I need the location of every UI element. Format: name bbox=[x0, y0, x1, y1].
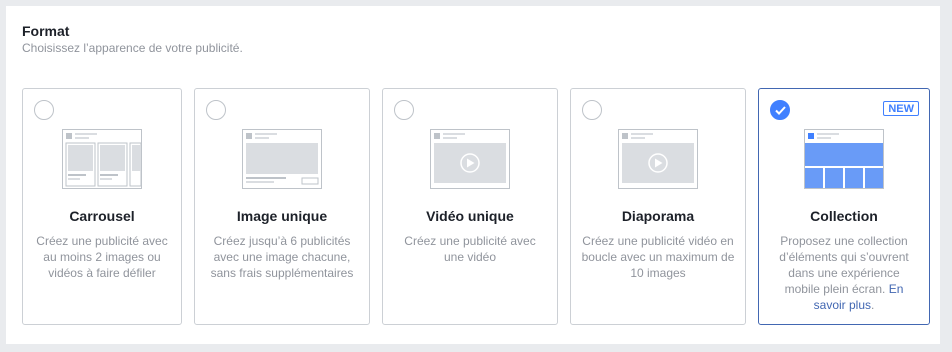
section-title: Format bbox=[22, 23, 70, 39]
format-option-single-video[interactable]: Vidéo unique Créez une publicité avec un… bbox=[382, 88, 558, 325]
checkmark-icon bbox=[775, 106, 786, 115]
format-title: Carrousel bbox=[69, 208, 135, 224]
format-description: Créez jusqu’à 6 publicités avec une imag… bbox=[210, 234, 354, 280]
radio-button[interactable] bbox=[34, 100, 54, 120]
format-title: Vidéo unique bbox=[426, 208, 514, 224]
radio-button[interactable] bbox=[206, 100, 226, 120]
format-title: Collection bbox=[810, 208, 878, 224]
format-description: Proposez une collection d’éléments qui s… bbox=[769, 233, 919, 313]
collection-preview-icon bbox=[804, 129, 884, 189]
format-option-single-image[interactable]: Image unique Créez jusqu’à 6 publicités … bbox=[194, 88, 370, 325]
description-suffix: . bbox=[871, 298, 875, 312]
carousel-preview-icon bbox=[62, 129, 142, 189]
radio-button-checked[interactable] bbox=[770, 100, 790, 120]
single-image-preview-icon bbox=[242, 129, 322, 189]
format-description: Créez une publicité avec au moins 2 imag… bbox=[36, 234, 168, 280]
format-option-carousel[interactable]: Carrousel Créez une publicité avec au mo… bbox=[22, 88, 182, 325]
radio-button[interactable] bbox=[582, 100, 602, 120]
format-description: Créez une publicité avec une vidéo bbox=[404, 234, 536, 264]
new-badge: NEW bbox=[883, 101, 919, 116]
format-option-slideshow[interactable]: Diaporama Créez une publicité vidéo en b… bbox=[570, 88, 746, 325]
radio-button[interactable] bbox=[394, 100, 414, 120]
format-panel: Format Choisissez l’apparence de votre p… bbox=[6, 6, 940, 344]
format-title: Diaporama bbox=[621, 208, 695, 224]
section-subtitle: Choisissez l’apparence de votre publicit… bbox=[22, 41, 243, 55]
format-description: Créez une publicité vidéo en boucle avec… bbox=[581, 234, 735, 280]
single-video-preview-icon bbox=[430, 129, 510, 189]
slideshow-preview-icon bbox=[618, 129, 698, 189]
format-option-collection[interactable]: NEW Collection Proposez une collection d… bbox=[758, 88, 930, 325]
format-title: Image unique bbox=[236, 208, 328, 224]
